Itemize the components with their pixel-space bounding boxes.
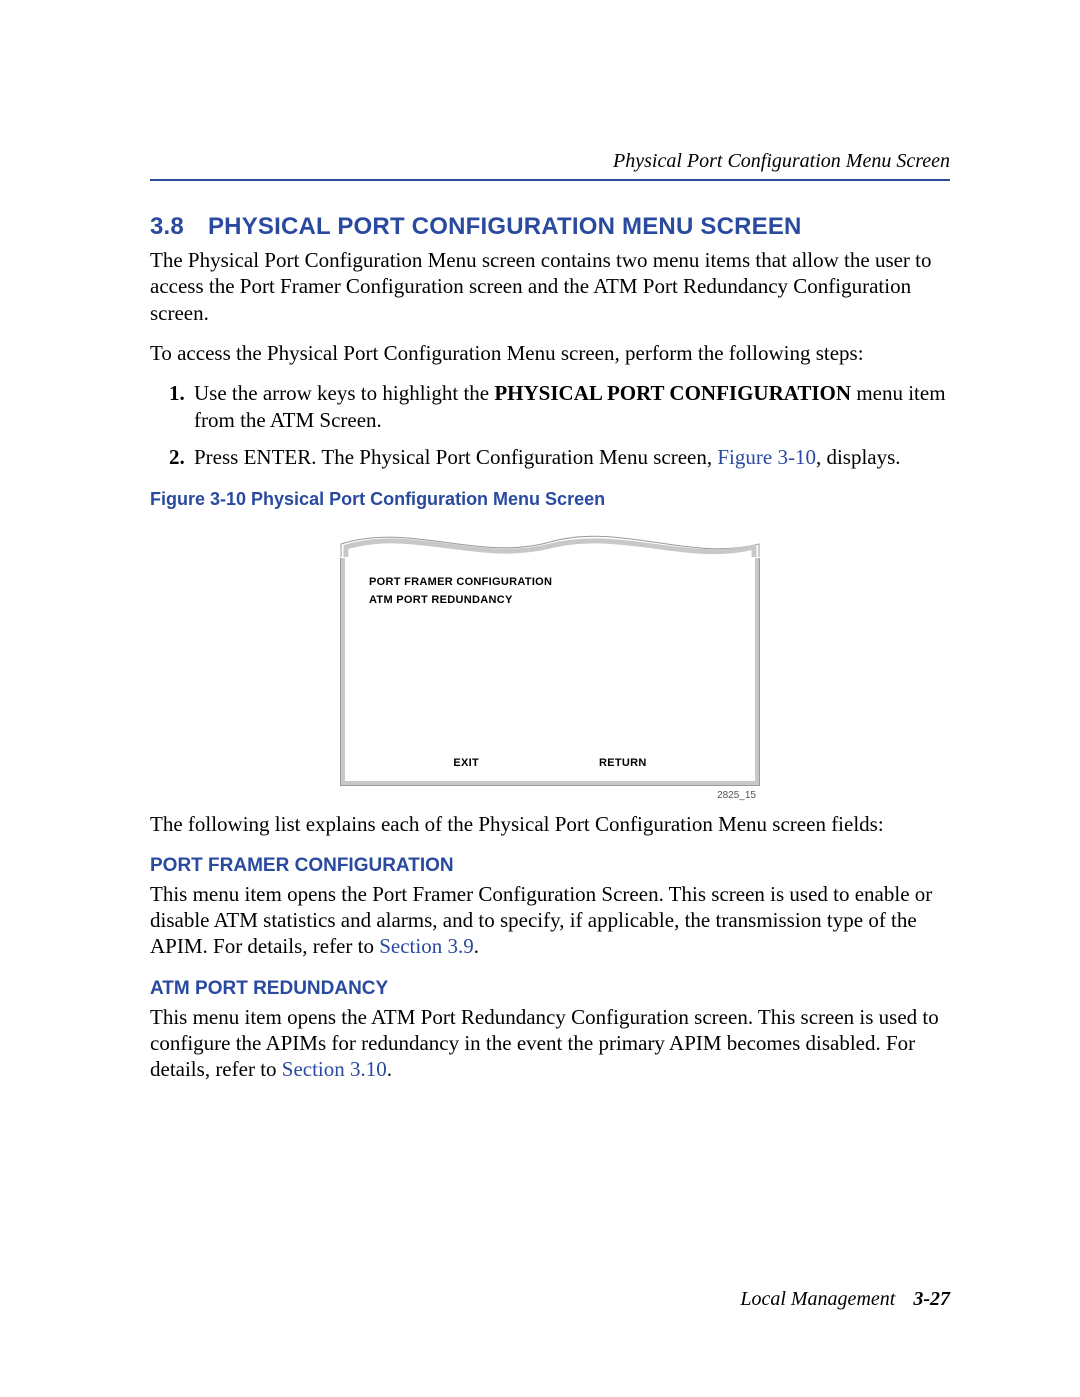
- footer-page-number: 3-27: [913, 1288, 950, 1310]
- terminal-body: PORT FRAMER CONFIGURATION ATM PORT REDUN…: [341, 558, 759, 606]
- figure-tag: 2825_15: [340, 790, 760, 801]
- section-heading: 3.8 PHYSICAL PORT CONFIGURATION MENU SCRE…: [150, 213, 950, 241]
- step-1-bold: PHYSICAL PORT CONFIGURATION: [494, 381, 851, 405]
- section-title: PHYSICAL PORT CONFIGURATION MENU SCREEN: [208, 213, 802, 240]
- figure-caption: Figure 3-10 Physical Port Configuration …: [150, 489, 950, 510]
- sub-heading-atm-redundancy: ATM PORT REDUNDANCY: [150, 978, 950, 1000]
- step-2-text-a: Press ENTER. The Physical Port Configura…: [194, 445, 717, 469]
- terminal-footer: EXIT RETURN: [341, 757, 759, 769]
- sub1-text-a: This menu item opens the Port Framer Con…: [150, 882, 932, 959]
- page-footer: Local Management 3-27: [740, 1288, 950, 1311]
- sub-heading-port-framer: PORT FRAMER CONFIGURATION: [150, 855, 950, 877]
- intro-paragraph-1: The Physical Port Configuration Menu scr…: [150, 247, 950, 326]
- terminal-return-label: RETURN: [599, 757, 647, 769]
- header-rule: [150, 179, 950, 181]
- menu-item-atm-redundancy: ATM PORT REDUNDANCY: [369, 594, 731, 606]
- step-2-text-b: , displays.: [816, 445, 901, 469]
- menu-item-port-framer: PORT FRAMER CONFIGURATION: [369, 576, 731, 588]
- step-1: Use the arrow keys to highlight the PHYS…: [190, 380, 950, 434]
- figure-ref-link[interactable]: Figure 3-10: [717, 445, 816, 469]
- section-3-10-link[interactable]: Section 3.10: [282, 1057, 387, 1081]
- after-figure-paragraph: The following list explains each of the …: [150, 811, 950, 837]
- step-1-text-a: Use the arrow keys to highlight the: [194, 381, 494, 405]
- figure-wrap: PORT FRAMER CONFIGURATION ATM PORT REDUN…: [340, 526, 760, 801]
- section-3-9-link[interactable]: Section 3.9: [379, 934, 474, 958]
- sub2-text-a: This menu item opens the ATM Port Redund…: [150, 1005, 939, 1082]
- steps-list: Use the arrow keys to highlight the PHYS…: [150, 380, 950, 471]
- terminal-top-curve: [340, 526, 760, 558]
- sub1-paragraph: This menu item opens the Port Framer Con…: [150, 881, 950, 960]
- step-2: Press ENTER. The Physical Port Configura…: [190, 444, 950, 471]
- footer-doc-title: Local Management: [740, 1288, 895, 1310]
- terminal-screen: PORT FRAMER CONFIGURATION ATM PORT REDUN…: [340, 558, 760, 786]
- sub2-text-b: .: [387, 1057, 392, 1081]
- running-header: Physical Port Configuration Menu Screen: [150, 150, 950, 173]
- sub1-text-b: .: [474, 934, 479, 958]
- sub2-paragraph: This menu item opens the ATM Port Redund…: [150, 1004, 950, 1083]
- page: Physical Port Configuration Menu Screen …: [0, 0, 1080, 1397]
- intro-paragraph-2: To access the Physical Port Configuratio…: [150, 340, 950, 366]
- section-number: 3.8: [150, 213, 184, 241]
- terminal-exit-label: EXIT: [453, 757, 479, 769]
